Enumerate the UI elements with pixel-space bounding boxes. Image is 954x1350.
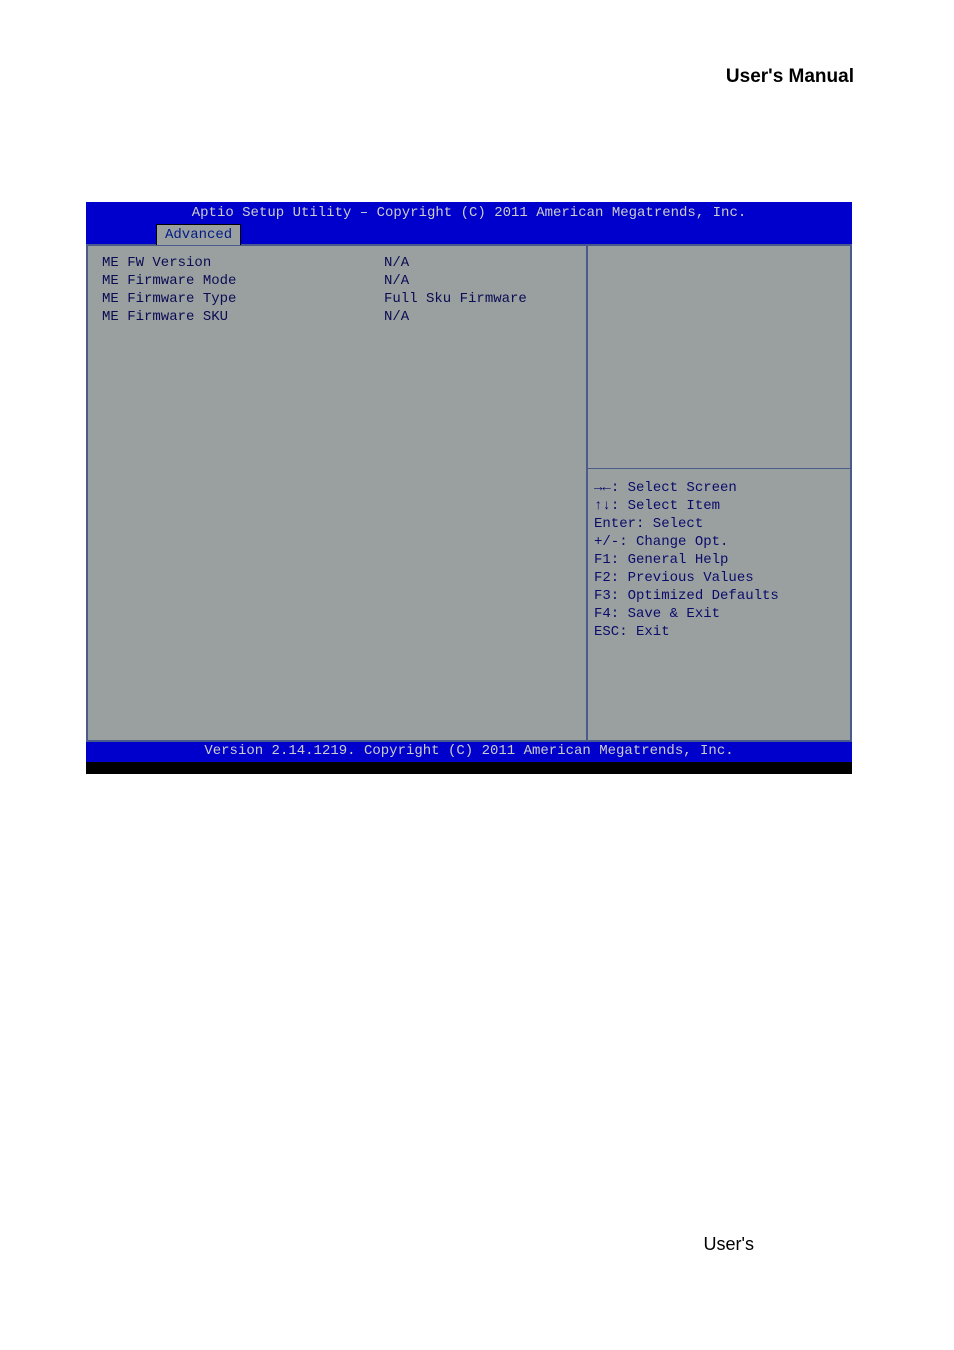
bios-titlebar: Aptio Setup Utility – Copyright (C) 2011…: [86, 202, 852, 244]
me-fw-version-label: ME FW Version: [102, 254, 384, 272]
help-select-screen: →←: Select Screen: [594, 479, 844, 497]
me-firmware-sku-value: N/A: [384, 308, 572, 326]
info-row: ME Firmware Type Full Sku Firmware: [102, 290, 572, 308]
bios-title: Aptio Setup Utility – Copyright (C) 2011…: [86, 202, 852, 222]
me-firmware-mode-label: ME Firmware Mode: [102, 272, 384, 290]
help-f2: F2: Previous Values: [594, 569, 844, 587]
arrows-left-right-icon: →←: [594, 480, 611, 496]
help-f3: F3: Optimized Defaults: [594, 587, 844, 605]
help-change-opt: +/-: Change Opt.: [594, 533, 844, 551]
page-footer: User's: [704, 1234, 754, 1255]
info-row: ME Firmware Mode N/A: [102, 272, 572, 290]
me-firmware-sku-label: ME Firmware SKU: [102, 308, 384, 326]
info-row: ME FW Version N/A: [102, 254, 572, 272]
tab-row: Advanced: [86, 224, 852, 244]
main-panel: ME FW Version N/A ME Firmware Mode N/A M…: [88, 246, 588, 740]
me-firmware-mode-value: N/A: [384, 272, 572, 290]
me-fw-version-value: N/A: [384, 254, 572, 272]
help-select-screen-text: : Select Screen: [611, 480, 737, 496]
help-enter: Enter: Select: [594, 515, 844, 533]
info-row: ME Firmware SKU N/A: [102, 308, 572, 326]
bios-footer: Version 2.14.1219. Copyright (C) 2011 Am…: [86, 742, 852, 762]
bios-window: Aptio Setup Utility – Copyright (C) 2011…: [86, 202, 852, 774]
side-help-spacer: [588, 246, 850, 469]
arrows-up-down-icon: ↑↓: [594, 498, 611, 514]
tab-advanced[interactable]: Advanced: [156, 224, 241, 245]
me-firmware-type-label: ME Firmware Type: [102, 290, 384, 308]
help-select-item: ↑↓: Select Item: [594, 497, 844, 515]
bios-body: ME FW Version N/A ME Firmware Mode N/A M…: [86, 244, 852, 742]
help-select-item-text: : Select Item: [611, 498, 720, 514]
me-firmware-type-value: Full Sku Firmware: [384, 290, 572, 308]
help-block: →←: Select Screen ↑↓: Select Item Enter:…: [594, 469, 844, 641]
side-panel: →←: Select Screen ↑↓: Select Item Enter:…: [588, 246, 850, 740]
help-esc: ESC: Exit: [594, 623, 844, 641]
page-header: User's Manual: [726, 66, 854, 88]
help-f1: F1: General Help: [594, 551, 844, 569]
help-f4: F4: Save & Exit: [594, 605, 844, 623]
